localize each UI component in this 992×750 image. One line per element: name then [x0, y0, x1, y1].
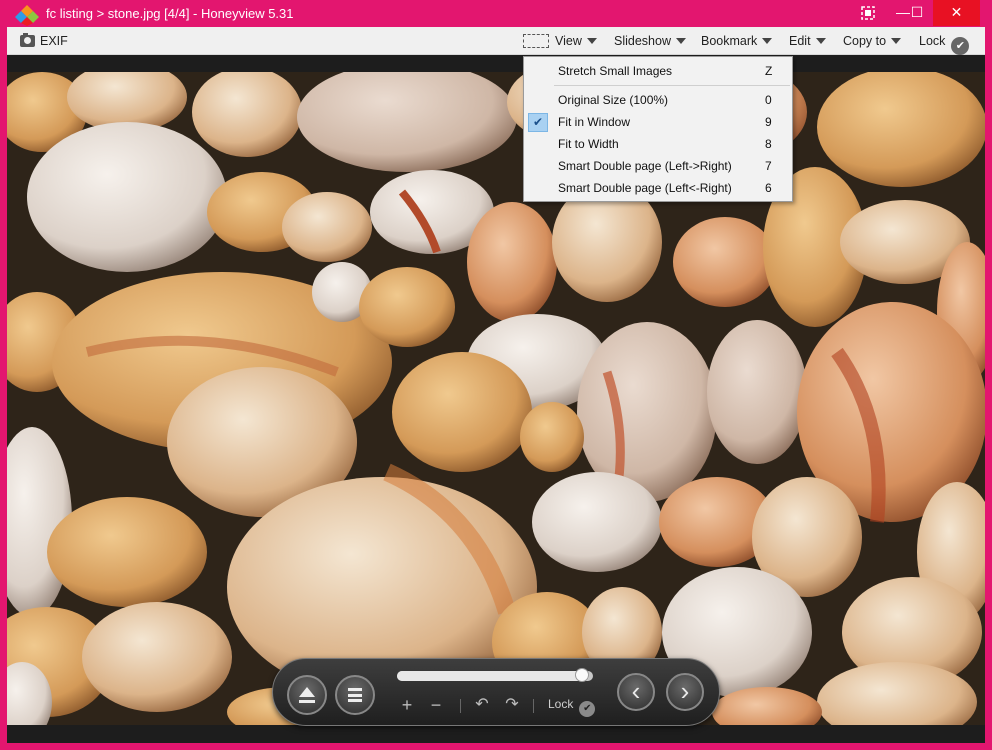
edit-menu-button[interactable]: Edit — [789, 27, 826, 55]
chevron-down-icon — [891, 38, 902, 44]
title-bar[interactable]: fc listing > stone.jpg [4/4] - Honeyview… — [0, 0, 992, 27]
controller-lock-button[interactable]: Lock ✔ — [548, 697, 596, 717]
chevron-down-icon — [586, 38, 597, 44]
bookmark-label: Bookmark — [701, 34, 758, 48]
chevron-down-icon — [675, 38, 686, 44]
menu-item-label: Fit in Window — [558, 115, 631, 129]
app-window: fc listing > stone.jpg [4/4] - Honeyview… — [0, 0, 992, 750]
view-menu-button[interactable]: View — [555, 27, 597, 55]
chevron-right-icon: › — [680, 676, 690, 706]
slider-handle[interactable] — [575, 668, 589, 682]
menu-item-label: Smart Double page (Left->Right) — [558, 159, 732, 173]
view-menu-dropdown: Stretch Small Images Z Original Size (10… — [523, 56, 793, 202]
next-image-button[interactable]: › — [666, 673, 704, 711]
viewer-background-top — [7, 55, 985, 72]
menu-item-label: Fit to Width — [558, 137, 619, 151]
rotate-right-icon[interactable]: ↷ — [503, 695, 521, 715]
fit-window-icon[interactable] — [523, 34, 549, 48]
toolbar: EXIF View Slideshow Bookmark Edit Copy t… — [7, 27, 985, 55]
slideshow-label: Slideshow — [614, 34, 671, 48]
stone-photo-image — [7, 72, 985, 725]
slideshow-menu-button[interactable]: Slideshow — [614, 27, 686, 55]
menu-item-fit-in-window[interactable]: ✔ Fit in Window 9 — [524, 111, 792, 133]
honeyview-logo-icon — [15, 5, 39, 26]
menu-item-stretch-small-images[interactable]: Stretch Small Images Z — [524, 60, 792, 82]
menu-item-shortcut: 0 — [765, 93, 772, 107]
edit-label: Edit — [789, 34, 811, 48]
main-menu-button[interactable] — [335, 675, 375, 715]
lock-label: Lock — [919, 34, 946, 48]
eject-icon — [299, 687, 315, 697]
divider — [460, 699, 461, 713]
copy-to-label: Copy to — [843, 34, 887, 48]
menu-item-label: Smart Double page (Left<-Right) — [558, 181, 732, 195]
eject-button[interactable] — [287, 675, 327, 715]
menu-item-label: Stretch Small Images — [558, 64, 673, 78]
screen-capture-icon[interactable] — [856, 0, 880, 26]
close-button[interactable]: ✕ — [933, 0, 980, 26]
maximize-button[interactable]: ☐ — [902, 0, 932, 26]
floating-controller: + − ↶ ↷ Lock ✔ ‹ › — [272, 658, 720, 726]
controller-lock-label: Lock — [548, 697, 574, 711]
divider — [533, 699, 534, 713]
menu-item-shortcut: 7 — [765, 159, 772, 173]
menu-item-shortcut: 9 — [765, 115, 772, 129]
window-title: fc listing > stone.jpg [4/4] - Honeyview… — [46, 6, 294, 21]
exif-button[interactable]: EXIF — [40, 27, 68, 55]
menu-item-fit-to-width[interactable]: Fit to Width 8 — [524, 133, 792, 155]
zoom-in-icon[interactable]: + — [399, 695, 415, 715]
menu-item-shortcut: 6 — [765, 181, 772, 195]
viewer-background-bottom — [7, 725, 985, 743]
zoom-out-icon[interactable]: − — [428, 695, 444, 715]
checkmark-icon: ✔ — [528, 113, 548, 132]
stone-photo[interactable] — [7, 72, 985, 725]
menu-item-original-size[interactable]: Original Size (100%) 0 — [524, 89, 792, 111]
menu-item-smart-double-page-rtl[interactable]: Smart Double page (Left<-Right) 6 — [524, 177, 792, 199]
menu-item-shortcut: 8 — [765, 137, 772, 151]
rotate-left-icon[interactable]: ↶ — [473, 695, 491, 715]
image-viewer[interactable] — [7, 55, 985, 743]
lock-button[interactable]: Lock ✔ — [919, 27, 970, 55]
copy-to-menu-button[interactable]: Copy to — [843, 27, 902, 55]
check-circle-icon: ✔ — [951, 37, 970, 55]
chevron-down-icon — [815, 38, 826, 44]
camera-icon[interactable] — [20, 33, 35, 47]
menu-item-smart-double-page-ltr[interactable]: Smart Double page (Left->Right) 7 — [524, 155, 792, 177]
bookmark-menu-button[interactable]: Bookmark — [701, 27, 773, 55]
chevron-down-icon — [762, 38, 773, 44]
hamburger-icon — [348, 688, 362, 702]
slider-fill — [397, 671, 589, 681]
menu-item-label: Original Size (100%) — [558, 93, 669, 107]
menu-separator — [554, 85, 790, 86]
view-label: View — [555, 34, 582, 48]
menu-item-shortcut: Z — [765, 64, 773, 78]
chevron-left-icon: ‹ — [631, 676, 641, 706]
eject-bar — [299, 700, 315, 703]
previous-image-button[interactable]: ‹ — [617, 673, 655, 711]
check-circle-icon: ✔ — [579, 701, 596, 717]
page-slider[interactable] — [397, 668, 593, 682]
